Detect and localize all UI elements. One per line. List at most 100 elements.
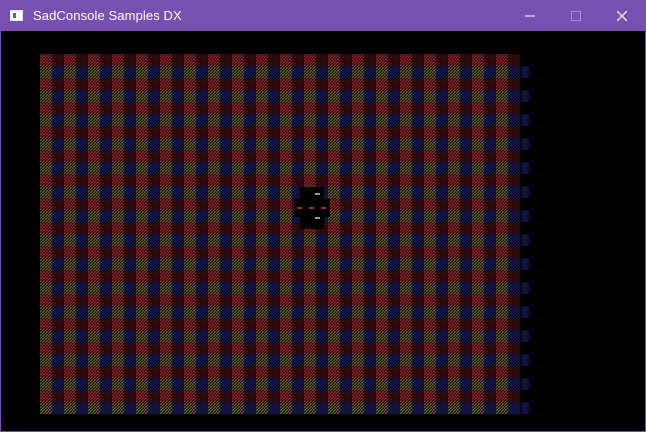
console-cell [118,246,124,258]
console-cell [286,150,292,162]
console-cell [82,198,88,210]
minimize-button[interactable] [507,1,553,31]
console-cell [298,402,304,414]
console-cell [130,366,136,378]
console-cell [521,138,529,150]
console-cell [208,378,214,390]
console-cell [514,390,520,402]
console-cell [304,54,310,66]
console-cell [268,138,274,150]
console-cell [400,402,406,414]
console-cell [496,390,502,402]
console-cell [484,90,490,102]
console-cell [460,126,466,138]
console-cell [40,402,46,414]
console-cell [316,162,322,174]
console-cell [352,162,358,174]
console-cell [166,366,172,378]
console-cell [94,246,100,258]
console-cell [100,222,106,234]
console-cell [172,306,178,318]
console-cell [184,138,190,150]
console-cell [124,342,130,354]
console-cell [394,282,400,294]
console-cell [340,354,346,366]
console-cell [112,402,118,414]
console-cell [274,258,280,270]
console-cell [256,258,262,270]
console-cell [298,354,304,366]
console-cell [430,114,436,126]
console-cell [424,174,430,186]
console-cell [364,270,370,282]
console-cell [118,258,124,270]
console-cell [286,78,292,90]
console-cell [406,114,412,126]
console-cell [136,330,142,342]
console-cell [112,90,118,102]
console-cell [262,330,268,342]
console-cell [118,390,124,402]
title-bar[interactable]: SadConsole Samples DX [1,1,645,31]
console-cell [208,210,214,222]
console-cell [346,354,352,366]
console-cell [502,54,508,66]
console-cell [196,378,202,390]
close-button[interactable] [599,1,645,31]
console-cell [190,234,196,246]
console-cell [226,198,232,210]
console-cell [322,78,328,90]
console-cell [226,246,232,258]
console-cell [442,330,448,342]
console-cell [466,258,472,270]
console-cell [268,318,274,330]
console-cell [70,294,76,306]
console-cell [340,402,346,414]
console-cell [454,270,460,282]
console-cell [82,162,88,174]
console-area[interactable] [3,31,645,431]
console-cell [514,234,520,246]
console-cell [166,354,172,366]
console-cell [430,174,436,186]
console-cell [412,114,418,126]
console-cell [382,306,388,318]
console-cell [172,78,178,90]
console-cell [160,294,166,306]
console-cell [88,234,94,246]
console-cell [304,234,310,246]
console-cell [196,114,202,126]
console-cell [64,102,70,114]
console-cell [370,366,376,378]
console-cell [52,246,58,258]
console-cell [400,54,406,66]
console-cell [136,390,142,402]
console-cell [406,234,412,246]
console-cell [154,378,160,390]
console-cell [202,222,208,234]
console-cell [256,174,262,186]
console-cell [244,306,250,318]
console-cell [220,378,226,390]
maximize-button[interactable] [553,1,599,31]
console-cell [298,342,304,354]
console-cell [232,342,238,354]
console-cell [502,210,508,222]
console-cell [478,78,484,90]
console-cell [94,258,100,270]
console-cell [484,222,490,234]
console-cell [40,66,46,78]
console-cell [304,270,310,282]
console-cell [322,402,328,414]
console-cell [262,150,268,162]
console-cell [82,318,88,330]
console-cell [346,330,352,342]
console-cell [460,342,466,354]
console-cell [436,258,442,270]
console-cell [190,222,196,234]
console-cell [238,198,244,210]
console-cell [472,342,478,354]
console-cell [376,354,382,366]
console-grid[interactable] [3,31,645,431]
console-cell [112,78,118,90]
